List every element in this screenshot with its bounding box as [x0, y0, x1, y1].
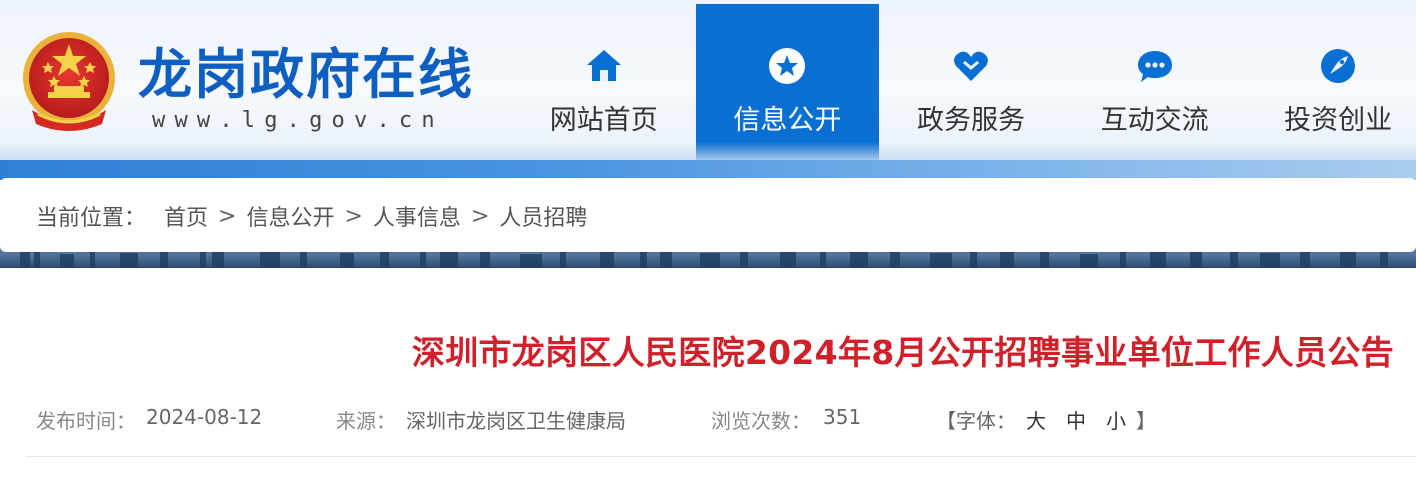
nav-label: 政务服务: [916, 105, 1025, 136]
rocket-icon: [1318, 46, 1358, 86]
breadcrumb-item-home[interactable]: 首页: [164, 200, 208, 232]
heart-icon: [951, 46, 991, 86]
source-value: 深圳市龙岗区卫生健康局: [406, 409, 626, 433]
font-size-control: 【字体： 大中小】: [936, 405, 1156, 434]
nav-item-interaction[interactable]: 互动交流: [1063, 4, 1247, 160]
breadcrumb-item-info-disclosure[interactable]: 信息公开: [246, 200, 334, 232]
national-emblem-icon[interactable]: [18, 26, 120, 136]
font-size-small[interactable]: 小: [1106, 409, 1126, 433]
star-circle-icon: [767, 46, 807, 86]
publish-date: 2024-08-12: [146, 405, 263, 429]
nav-label: 信息公开: [733, 105, 842, 136]
font-size-large[interactable]: 大: [1026, 409, 1046, 433]
nav-label: 投资创业: [1284, 105, 1393, 136]
header-stripe: [0, 160, 1416, 180]
main-nav: 网站首页 信息公开 政务服务 互动交流 投资创业: [512, 4, 1416, 160]
nav-item-gov-services[interactable]: 政务服务: [879, 4, 1063, 160]
nav-item-home[interactable]: 网站首页: [512, 4, 696, 160]
breadcrumb-lead: 当前位置：: [36, 206, 147, 231]
nav-item-investment[interactable]: 投资创业: [1246, 4, 1416, 160]
site-url: www.lg.gov.cn: [152, 108, 444, 133]
breadcrumb-item-personnel-info[interactable]: 人事信息: [373, 200, 461, 232]
site-title[interactable]: 龙岗政府在线: [138, 44, 474, 106]
nav-item-info-disclosure[interactable]: 信息公开: [695, 4, 880, 160]
article-title: 深圳市龙岗区人民医院2024年8月公开招聘事业单位工作人员公告: [411, 333, 1394, 372]
nav-label: 互动交流: [1100, 105, 1209, 136]
nav-label: 网站首页: [549, 105, 658, 136]
divider: [26, 456, 1416, 457]
font-size-label: 【字体：: [936, 409, 1016, 433]
publish-label: 发布时间：: [36, 409, 136, 433]
source-label: 来源：: [336, 409, 396, 433]
home-icon: [584, 46, 624, 86]
site-header: 龙岗政府在线 www.lg.gov.cn 网站首页 信息公开 政务服务 互动交流…: [0, 0, 1416, 164]
views-label: 浏览次数：: [711, 409, 811, 433]
breadcrumb-separator: >: [344, 203, 363, 229]
chat-bubble-icon: [1135, 46, 1175, 86]
breadcrumb-separator: >: [218, 203, 237, 229]
font-size-close: 】: [1136, 409, 1156, 433]
breadcrumb-item-recruitment[interactable]: 人员招聘: [499, 200, 587, 232]
breadcrumb: 当前位置： 首页 > 信息公开 > 人事信息 > 人员招聘: [36, 200, 587, 232]
font-size-medium[interactable]: 中: [1066, 409, 1086, 433]
views-count: 351: [823, 405, 862, 429]
breadcrumb-separator: >: [470, 203, 490, 229]
